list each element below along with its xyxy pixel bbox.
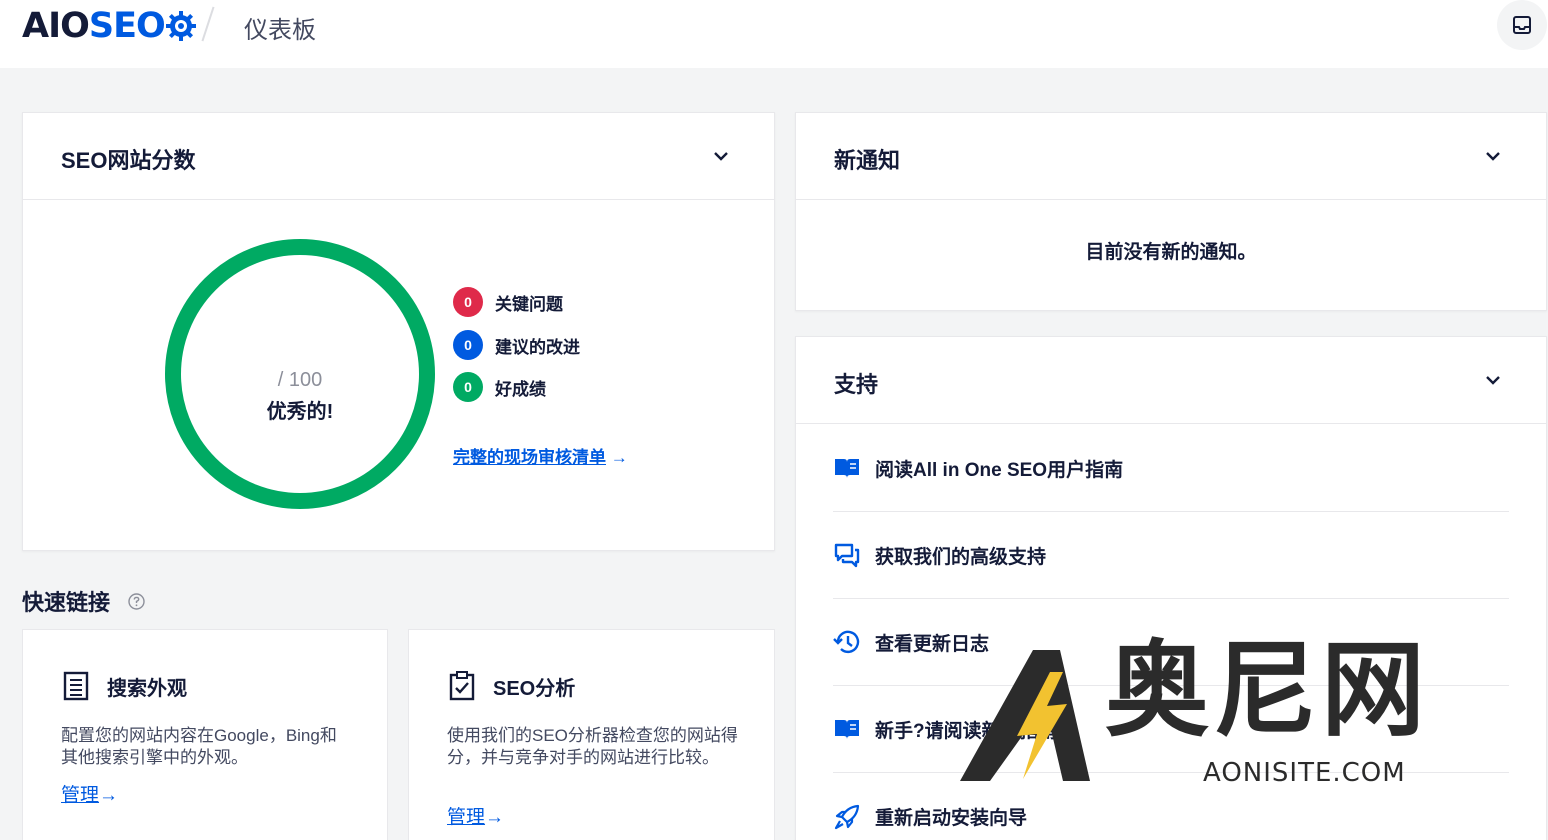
seo-score-title: SEO网站分数: [61, 148, 196, 173]
issue-good[interactable]: 0 好成绩: [453, 372, 546, 402]
chevron-down-icon[interactable]: [1484, 371, 1502, 389]
notifications-card: 新通知 目前没有新的通知。: [795, 112, 1547, 311]
support-item-label: 获取我们的高级支持: [875, 546, 1047, 568]
audit-link-text: 完整的现场审核清单: [453, 448, 606, 467]
logo-text-b: SEO: [88, 6, 166, 46]
book-icon: [833, 454, 861, 482]
good-label: 好成绩: [495, 379, 546, 399]
support-item-premium-support[interactable]: 获取我们的高级支持: [833, 512, 1509, 599]
help-icon[interactable]: [128, 592, 145, 610]
seo-score-card-header[interactable]: SEO网站分数: [23, 113, 774, 200]
logo-gear-icon: [165, 11, 196, 41]
score-ring: / 100 优秀的!: [165, 239, 435, 509]
inbox-icon: [1513, 16, 1531, 34]
good-count-badge: 0: [453, 372, 483, 402]
chevron-down-icon[interactable]: [712, 147, 730, 165]
quick-link-description: 使用我们的SEO分析器检查您的网站得分，并与竞争对手的网站进行比较。: [447, 726, 738, 767]
recommended-count-badge: 0: [453, 330, 483, 360]
quick-link-header: SEO分析: [447, 670, 575, 702]
quick-link-title: SEO分析: [493, 677, 576, 700]
quick-link-header: 搜索外观: [61, 670, 187, 702]
chat-icon: [833, 541, 861, 569]
notifications-inbox-button[interactable]: [1497, 0, 1547, 50]
score-max: / 100: [277, 369, 323, 391]
seo-score-card: SEO网站分数 / 100 优秀的! 0 关键问题 0 建议的改进 0 好成绩 …: [22, 112, 775, 551]
quick-link-title: 搜索外观: [107, 677, 187, 700]
critical-label: 关键问题: [495, 294, 563, 314]
manage-link-text: 管理: [447, 807, 486, 828]
notifications-title: 新通知: [834, 148, 901, 173]
support-title: 支持: [834, 372, 879, 397]
quick-links-heading: 快速链接: [22, 585, 145, 617]
arrow-right-icon: →: [485, 807, 505, 828]
title-separator: [201, 6, 215, 42]
quick-link-description: 配置您的网站内容在Google，Bing和其他搜索引擎中的外观。: [61, 726, 337, 767]
manage-link[interactable]: 管理→: [61, 780, 118, 807]
support-item-label: 阅读All in One SEO用户指南: [875, 459, 1124, 481]
aioseo-logo[interactable]: AIO SEO: [22, 6, 196, 46]
quick-links-title: 快速链接: [22, 590, 111, 615]
history-icon: [833, 628, 861, 656]
quick-link-seo-analysis: SEO分析 使用我们的SEO分析器检查您的网站得分，并与竞争对手的网站进行比较。…: [408, 629, 775, 840]
support-item-user-guide[interactable]: 阅读All in One SEO用户指南: [833, 425, 1509, 512]
top-bar: AIO SEO 仪表板: [0, 0, 1548, 68]
watermark-subtext: AONISITE.COM: [1203, 758, 1406, 788]
support-item-setup-wizard[interactable]: 重新启动安装向导: [833, 773, 1509, 840]
document-list-icon: [63, 671, 89, 701]
watermark-text: 奥尼网: [1105, 629, 1430, 751]
support-item-label: 重新启动安装向导: [875, 808, 1028, 829]
issue-critical[interactable]: 0 关键问题: [453, 287, 563, 317]
rocket-icon: [833, 803, 861, 831]
chevron-down-icon[interactable]: [1484, 147, 1502, 165]
support-card-header[interactable]: 支持: [796, 337, 1546, 424]
support-item-label: 查看更新日志: [875, 633, 990, 655]
page-title: 仪表板: [244, 17, 316, 44]
score-grade: 优秀的!: [266, 401, 334, 423]
logo-text-a: AIO: [22, 6, 90, 46]
quick-link-search-appearance: 搜索外观 配置您的网站内容在Google，Bing和其他搜索引擎中的外观。 管理…: [22, 629, 388, 840]
critical-count-badge: 0: [453, 287, 483, 317]
clipboard-check-icon: [449, 671, 475, 701]
issue-recommended[interactable]: 0 建议的改进: [453, 330, 580, 360]
seo-score-body: / 100 优秀的! 0 关键问题 0 建议的改进 0 好成绩 完整的现场审核清…: [23, 201, 774, 551]
support-item-label: 新手?请阅读新手指南: [875, 720, 1058, 742]
manage-link[interactable]: 管理→: [447, 802, 504, 829]
arrow-right-icon: →: [99, 785, 119, 806]
recommended-label: 建议的改进: [495, 337, 580, 357]
full-audit-checklist-link[interactable]: 完整的现场审核清单 →: [453, 443, 628, 468]
notifications-card-header[interactable]: 新通知: [796, 113, 1546, 200]
arrow-right-icon: →: [610, 448, 628, 467]
no-notifications-text: 目前没有新的通知。: [1085, 242, 1257, 263]
support-card: 支持 阅读All in One SEO用户指南 获取我们的高级支持 查看更新日志…: [795, 336, 1547, 840]
manage-link-text: 管理: [61, 785, 100, 806]
book-icon: [833, 715, 861, 743]
